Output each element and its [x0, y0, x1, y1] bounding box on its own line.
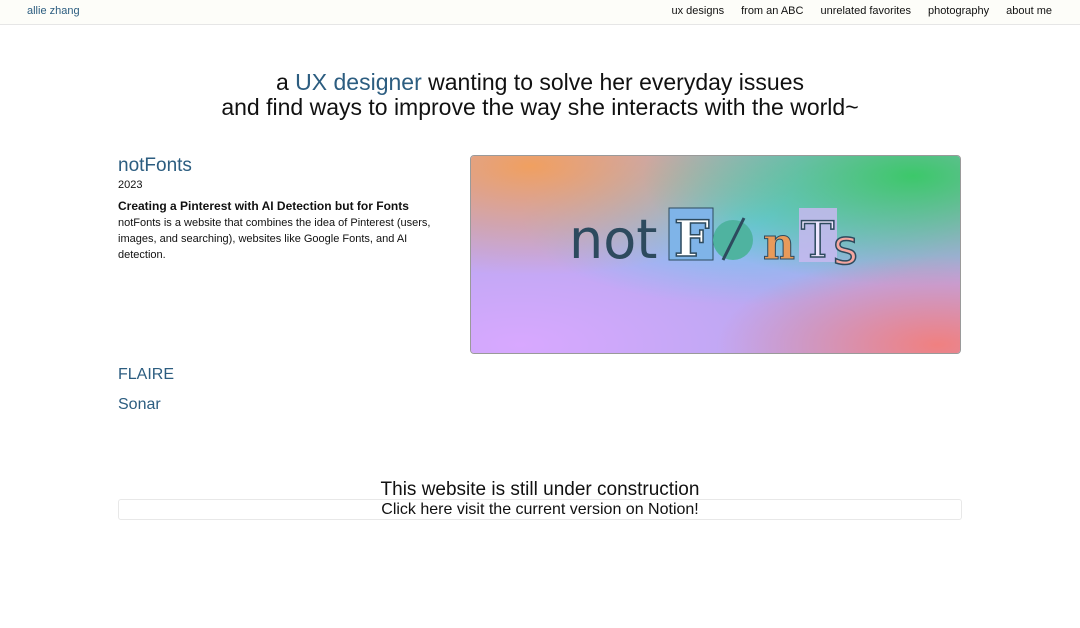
nav-link-ux-designs[interactable]: ux designs: [672, 5, 725, 17]
notfonts-cover-graphic: not F o n T s: [471, 156, 960, 353]
logo-letter-s: s: [833, 220, 858, 276]
construction-notice: This website is still under construction: [380, 479, 700, 500]
project-title-flaire[interactable]: FLAIRE: [118, 366, 174, 384]
nav-link-about-me[interactable]: about me: [1006, 5, 1052, 17]
hero-line1-rest: wanting to solve her everyday issues: [421, 69, 805, 95]
logo-letter-n: n: [763, 219, 795, 270]
nav-links: ux designs from an ABC unrelated favorit…: [655, 5, 1053, 17]
nav-link-unrelated-favorites[interactable]: unrelated favorites: [820, 5, 911, 17]
logo-letter-t: T: [801, 211, 834, 269]
project-subtitle: Creating a Pinterest with AI Detection b…: [118, 199, 409, 213]
notfonts-cover-image[interactable]: not F o n T s: [470, 155, 961, 354]
hero-line-2: and find ways to improve the way she int…: [221, 94, 859, 120]
hero-heading: a UX designer wanting to solve her every…: [0, 70, 1080, 120]
notion-link-button[interactable]: Click here visit the current version on …: [118, 499, 962, 520]
project-title-sonar[interactable]: Sonar: [118, 396, 161, 414]
hero-line-1: a UX designer wanting to solve her every…: [0, 70, 1080, 95]
nav-link-from-an-abc[interactable]: from an ABC: [741, 5, 803, 17]
top-navbar: allie zhang ux designs from an ABC unrel…: [0, 0, 1080, 25]
project-title-notfonts[interactable]: notFonts: [118, 155, 192, 177]
project-year: 2023: [118, 179, 143, 191]
hero-accent: UX designer: [295, 69, 422, 95]
nav-link-photography[interactable]: photography: [928, 5, 989, 17]
brand-link[interactable]: allie zhang: [27, 5, 80, 17]
logo-letter-f: F: [674, 209, 710, 268]
project-description: notFonts is a website that combines the …: [118, 217, 431, 261]
hero-prefix: a: [275, 69, 296, 95]
logo-not-text: not: [569, 208, 657, 271]
